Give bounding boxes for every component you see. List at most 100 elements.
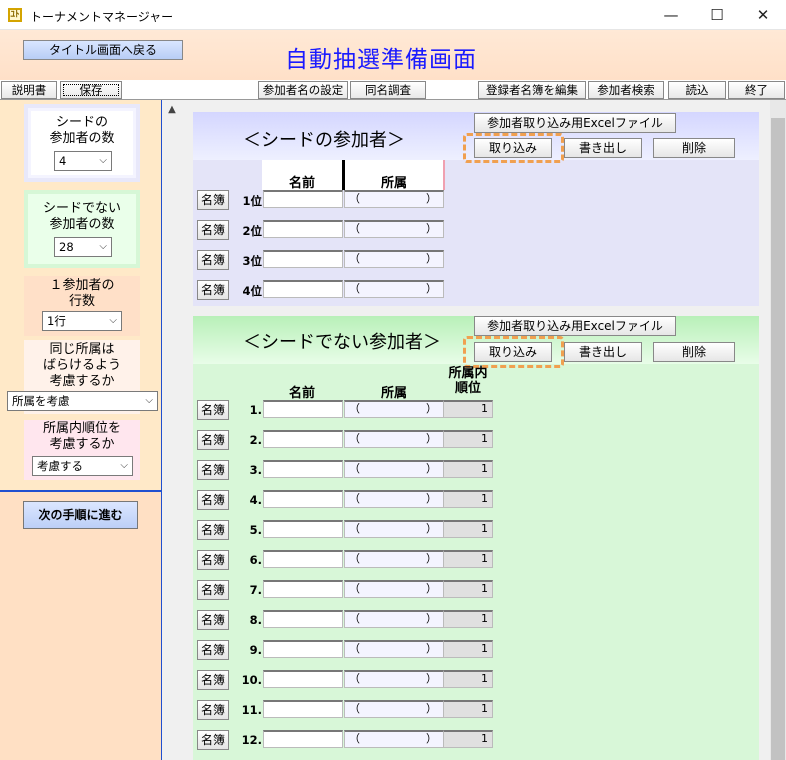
nonseed-registry-button[interactable]: 名簿	[197, 550, 229, 570]
next-step-button[interactable]: 次の手順に進む	[23, 501, 138, 529]
nonseed-affiliation-field[interactable]: （）	[344, 670, 444, 688]
minimize-icon[interactable]: —	[648, 0, 694, 30]
nonseed-export-button[interactable]: 書き出し	[564, 342, 642, 362]
nonseed-affiliation-field[interactable]: （）	[344, 700, 444, 718]
nonseed-rank-field[interactable]: 1	[443, 430, 493, 448]
nonseed-registry-button[interactable]: 名簿	[197, 580, 229, 600]
nonseed-name-field[interactable]	[263, 430, 343, 448]
seed-delete-button[interactable]: 削除	[653, 138, 735, 158]
rows-per-participant-select[interactable]: 1行 ⌵	[42, 311, 122, 331]
nonseed-name-field[interactable]	[263, 610, 343, 628]
nonseed-import-button[interactable]: 取り込み	[474, 342, 552, 362]
nonseed-affiliation-field[interactable]: （）	[344, 610, 444, 628]
rank-consideration-select[interactable]: 考慮する ⌵	[32, 456, 133, 476]
nonseed-delete-button[interactable]: 削除	[653, 342, 735, 362]
exit-button[interactable]: 終了	[728, 81, 785, 99]
manual-button[interactable]: 説明書	[1, 81, 57, 99]
maximize-icon[interactable]: ☐	[694, 0, 740, 30]
seed-registry-button[interactable]: 名簿	[197, 280, 229, 300]
nonseed-count-label-line: 参加者の数	[49, 217, 115, 232]
close-icon[interactable]: ✕	[740, 0, 786, 30]
nonseed-rank-field[interactable]: 1	[443, 670, 493, 688]
nonseed-registry-button[interactable]: 名簿	[197, 700, 229, 720]
nonseed-name-field[interactable]	[263, 700, 343, 718]
nonseed-rank-field[interactable]: 1	[443, 460, 493, 478]
nonseed-affiliation-field[interactable]: （）	[344, 400, 444, 418]
seed-affiliation-field[interactable]: （）	[344, 220, 444, 238]
seed-registry-button[interactable]: 名簿	[197, 190, 229, 210]
seed-name-field[interactable]	[263, 280, 343, 298]
participant-name-settings-button[interactable]: 参加者名の設定	[258, 81, 348, 99]
seed-affiliation-field[interactable]: （）	[344, 250, 444, 268]
save-button[interactable]: 保存	[60, 81, 122, 99]
nonseed-rank-field[interactable]: 1	[443, 520, 493, 538]
seed-count-select[interactable]: 4 ⌵	[54, 151, 112, 171]
nonseed-registry-button[interactable]: 名簿	[197, 640, 229, 660]
nonseed-affiliation-field[interactable]: （）	[344, 580, 444, 598]
seed-name-field[interactable]	[263, 190, 343, 208]
nonseed-count-select[interactable]: 28 ⌵	[54, 237, 112, 257]
nonseed-rank-field[interactable]: 1	[443, 580, 493, 598]
paren-close: ）	[426, 582, 437, 595]
nonseed-excel-file-button[interactable]: 参加者取り込み用Excelファイル	[474, 316, 676, 336]
seed-affiliation-field[interactable]: （）	[344, 280, 444, 298]
nonseed-affiliation-field[interactable]: （）	[344, 730, 444, 748]
nonseed-name-field[interactable]	[263, 520, 343, 538]
seed-name-field[interactable]	[263, 220, 343, 238]
nonseed-rank-field[interactable]: 1	[443, 610, 493, 628]
nonseed-registry-button[interactable]: 名簿	[197, 520, 229, 540]
nonseed-rank-field[interactable]: 1	[443, 550, 493, 568]
nonseed-name-field[interactable]	[263, 550, 343, 568]
seed-rank-label: 4位	[242, 284, 262, 298]
nonseed-rank-field[interactable]: 1	[443, 490, 493, 508]
nonseed-rank-field[interactable]: 1	[443, 730, 493, 748]
nonseed-rank-field[interactable]: 1	[443, 700, 493, 718]
participant-search-button[interactable]: 参加者検索	[588, 81, 664, 99]
nonseed-registry-button[interactable]: 名簿	[197, 610, 229, 630]
seed-registry-button[interactable]: 名簿	[197, 250, 229, 270]
nonseed-affiliation-field[interactable]: （）	[344, 430, 444, 448]
nonseed-registry-button[interactable]: 名簿	[197, 460, 229, 480]
spread-affiliation-select[interactable]: 所属を考慮 ⌵	[7, 391, 158, 411]
scrollbar-thumb[interactable]	[771, 118, 785, 760]
nonseed-affiliation-field[interactable]: （）	[344, 520, 444, 538]
nonseed-name-field[interactable]	[263, 460, 343, 478]
nonseed-rank-field[interactable]: 1	[443, 640, 493, 658]
paren-open: （	[349, 432, 360, 445]
edit-registry-button[interactable]: 登録者名簿を編集	[478, 81, 586, 99]
paren-close: ）	[426, 282, 437, 295]
nonseed-name-field[interactable]	[263, 640, 343, 658]
seed-name-field[interactable]	[263, 250, 343, 268]
nonseed-affiliation-field[interactable]: （）	[344, 550, 444, 568]
nonseed-affiliation-field[interactable]: （）	[344, 640, 444, 658]
nonseed-col-rank-line: 順位	[454, 381, 481, 396]
seed-affiliation-field[interactable]: （）	[344, 190, 444, 208]
load-button[interactable]: 読込	[668, 81, 726, 99]
nonseed-registry-button[interactable]: 名簿	[197, 490, 229, 510]
nonseed-name-field[interactable]	[263, 730, 343, 748]
nonseed-col-rank: 所属内 順位	[443, 366, 493, 396]
nonseed-count-label: シードでない 参加者の数	[24, 201, 140, 233]
seed-registry-button[interactable]: 名簿	[197, 220, 229, 240]
nonseed-registry-button[interactable]: 名簿	[197, 730, 229, 750]
nonseed-registry-button[interactable]: 名簿	[197, 670, 229, 690]
back-to-title-button[interactable]: タイトル画面へ戻る	[23, 40, 183, 60]
paren-close: ）	[426, 672, 437, 685]
duplicate-name-check-button[interactable]: 同名調査	[350, 81, 426, 99]
nonseed-rank-field[interactable]: 1	[443, 400, 493, 418]
seed-excel-file-button[interactable]: 参加者取り込み用Excelファイル	[474, 113, 676, 133]
nonseed-registry-button[interactable]: 名簿	[197, 430, 229, 450]
nonseed-name-field[interactable]	[263, 580, 343, 598]
paren-close: ）	[426, 552, 437, 565]
nonseed-affiliation-field[interactable]: （）	[344, 460, 444, 478]
nonseed-affiliation-field[interactable]: （）	[344, 490, 444, 508]
nonseed-name-field[interactable]	[263, 670, 343, 688]
nonseed-row-number: 2.	[249, 433, 262, 447]
nonseed-name-field[interactable]	[263, 490, 343, 508]
seed-export-button[interactable]: 書き出し	[564, 138, 642, 158]
rows-per-participant-label: １参加者の 行数	[24, 278, 140, 310]
nonseed-name-field[interactable]	[263, 400, 343, 418]
scroll-up-icon[interactable]: ▲	[163, 101, 181, 119]
nonseed-registry-button[interactable]: 名簿	[197, 400, 229, 420]
seed-import-button[interactable]: 取り込み	[474, 138, 552, 158]
